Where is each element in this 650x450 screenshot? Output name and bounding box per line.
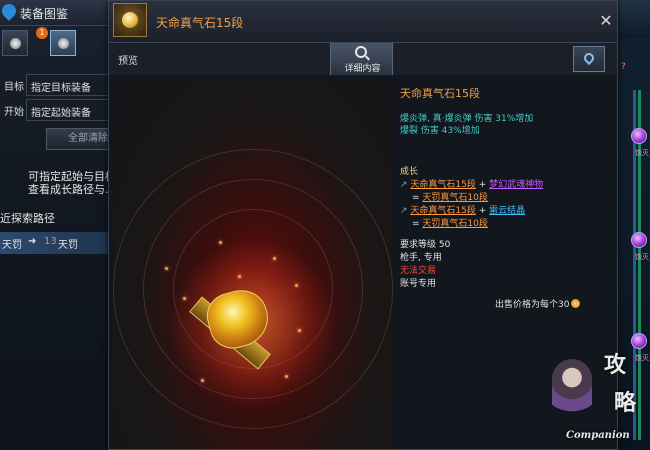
dialog-toolbar: 预览 详细内容 (109, 43, 617, 75)
arrow-right-icon: ➜ (28, 236, 37, 247)
watermark-char: 略 (614, 390, 637, 416)
target-label: 目标 (4, 82, 24, 93)
location-pin-icon (0, 1, 19, 21)
spark (285, 375, 288, 378)
notification-badge: 1 (36, 27, 48, 39)
watermark-brand: Companion (566, 430, 630, 441)
growth-material-link[interactable]: 梦幻武魂神物 (489, 180, 543, 190)
tab-gem-1[interactable] (2, 30, 28, 56)
sell-price-line: 出售价格为每个30 (495, 297, 581, 310)
orb-label: 蚀灭 (635, 253, 649, 261)
class-restriction: 枪手, 专用 (400, 253, 442, 263)
start-label: 开始 (4, 107, 24, 118)
equals-sign: = (412, 193, 420, 203)
detail-content-button[interactable]: 详细内容 (330, 43, 393, 75)
spark (183, 297, 186, 300)
skill-orb-icon[interactable] (631, 232, 647, 248)
spark (238, 275, 241, 278)
catalog-title: 装备图鉴 (20, 7, 69, 21)
growth-line: ↗ 天命真气石15段 + 梦幻武魂神物 (400, 177, 543, 190)
route-to-number: 13 (44, 236, 57, 247)
detail-content-label: 详细内容 (344, 64, 381, 74)
growth-title: 成长 (400, 167, 419, 177)
sell-price: 出售价格为每个30 (495, 300, 570, 310)
plus-sign: + (478, 180, 487, 190)
item-name: 天命真气石15段 (400, 87, 480, 100)
plus-sign: + (478, 206, 487, 216)
trade-restriction: 无法交易 (400, 266, 437, 276)
gem-icon (58, 38, 69, 49)
orb-label: 蚀灭 (635, 149, 649, 157)
spark (295, 284, 298, 287)
gem-icon (10, 38, 21, 49)
growth-result-line: = 天罚真气石10段 (412, 190, 488, 203)
spark (273, 257, 276, 260)
item-gem-icon (113, 3, 147, 37)
growth-source-link[interactable]: 天命真气石15段 (410, 206, 475, 216)
growth-result-line: = 天罚真气石10段 (412, 216, 488, 229)
spark (201, 379, 204, 382)
growth-material-link[interactable]: 雷云结晶 (489, 206, 525, 216)
route-from: 天罚 (2, 240, 22, 251)
account-binding: 账号专用 (400, 279, 437, 289)
recent-path-heading: 近探索路径 (0, 212, 55, 225)
growth-result-link[interactable]: 天罚真气石10段 (422, 219, 487, 229)
preview-label: 预览 (118, 56, 138, 67)
item-stat: 爆裂 伤害 43%增加 (400, 126, 480, 136)
growth-source-link[interactable]: 天命真气石15段 (410, 180, 475, 190)
equals-sign: = (412, 219, 420, 229)
item-preview-image (113, 79, 393, 449)
spark (219, 241, 222, 244)
growth-arrow-icon: ↗ (400, 180, 411, 190)
location-pin-icon (581, 50, 597, 66)
spark (165, 267, 168, 270)
skill-orb-icon[interactable] (631, 128, 647, 144)
growth-line: ↗ 天命真气石15段 + 雷云结晶 (400, 203, 525, 216)
growth-result-link[interactable]: 天罚真气石10段 (422, 193, 487, 203)
gem-core (122, 12, 138, 28)
close-button[interactable]: ✕ (598, 13, 614, 29)
gold-coin-icon (571, 299, 581, 308)
side-strip-marker: ? (621, 62, 626, 72)
dialog-titlebar[interactable]: 天命真气石15段 ✕ (109, 1, 617, 43)
watermark-char: 攻 (604, 352, 627, 378)
magnifier-icon (355, 46, 367, 58)
dialog-title: 天命真气石15段 (156, 16, 244, 30)
tab-gem-2[interactable] (50, 30, 76, 56)
watermark: 攻 略 Companion (548, 345, 650, 450)
locate-button[interactable] (573, 46, 605, 72)
spark (298, 329, 301, 332)
growth-arrow-icon: ↗ (400, 206, 411, 216)
route-to: 天罚 (58, 240, 78, 251)
mascot-image (552, 359, 592, 421)
required-level: 要求等级 50 (400, 240, 451, 250)
item-detail-dialog: 天命真气石15段 ✕ 预览 详细内容 天命真气石15段 爆炎弹, 真·爆炎弹 伤… (108, 0, 618, 450)
